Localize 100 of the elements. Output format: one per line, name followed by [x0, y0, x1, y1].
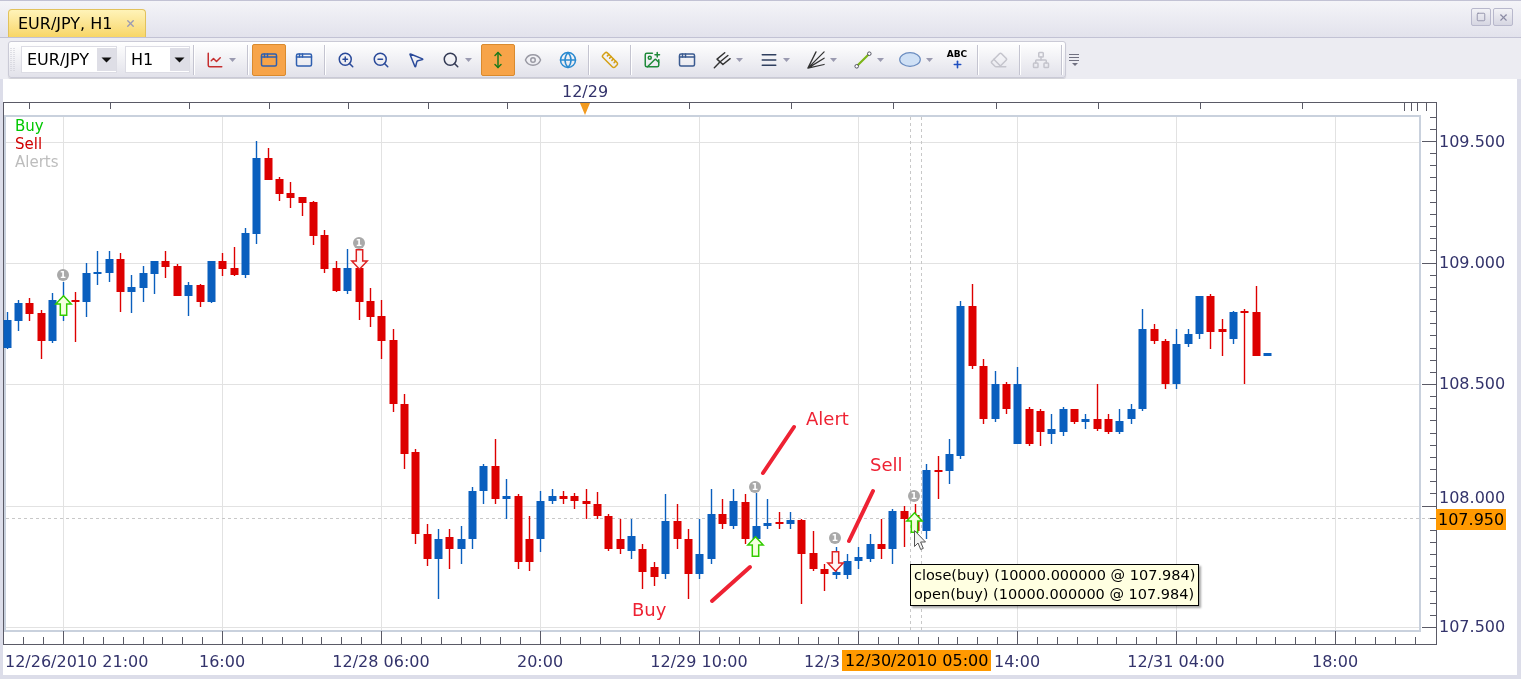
text-tool-button[interactable]: ABC: [940, 43, 974, 76]
rising-candlestick: [1195, 295, 1204, 340]
falling-candlestick: [423, 523, 432, 567]
rising-candlestick: [3, 311, 12, 350]
falling-candlestick: [1161, 338, 1170, 390]
falling-candlestick: [264, 147, 273, 181]
up-arrow-icon: [746, 535, 765, 557]
rising-candlestick: [434, 528, 443, 600]
falling-candlestick: [604, 513, 613, 552]
time-label: 14:00: [993, 652, 1041, 671]
rising-candlestick: [241, 227, 250, 279]
falling-candlestick: [332, 260, 341, 293]
rising-candlestick: [627, 518, 636, 560]
falling-candlestick: [809, 530, 818, 572]
falling-candlestick: [230, 246, 239, 277]
chart-tab[interactable]: EUR/JPY, H1: [8, 9, 146, 37]
falling-candlestick: [934, 455, 943, 500]
falling-candlestick: [1104, 413, 1113, 435]
symbol-dropdown[interactable]: EUR/JPY: [21, 46, 117, 73]
up-arrow-icon: [905, 511, 924, 533]
close-button[interactable]: [1493, 8, 1513, 26]
rising-candlestick: [1047, 413, 1056, 445]
legend-label: Alerts: [15, 153, 59, 171]
tooltip-line: close(buy) (10000.000000 @ 107.984): [914, 566, 1196, 585]
caret-icon: [97, 48, 116, 71]
rising-candlestick: [1127, 403, 1136, 425]
caret-icon: [926, 57, 933, 62]
rising-candlestick: [843, 553, 852, 580]
time-label: 12/28 06:00: [332, 652, 430, 671]
falling-candlestick: [525, 515, 534, 572]
time-label: 16:00: [198, 652, 246, 671]
rising-candlestick: [1081, 413, 1090, 430]
time-label: 18:00: [1311, 652, 1359, 671]
falling-candlestick: [491, 438, 500, 505]
falling-candlestick: [718, 498, 727, 530]
rising-candlestick: [468, 486, 477, 550]
vertical-arrows-button[interactable]: [481, 43, 515, 76]
caret-icon: [170, 48, 189, 71]
rising-candlestick: [695, 518, 704, 580]
close-icon: [1497, 11, 1509, 23]
rising-candlestick: [207, 260, 216, 304]
magnifier-icon: [442, 50, 460, 69]
ellipse-icon: [899, 52, 921, 67]
falling-candlestick: [582, 488, 591, 520]
price-label: 108.500: [1439, 375, 1506, 393]
rising-candlestick: [14, 299, 23, 332]
falling-candlestick: [741, 493, 750, 545]
alert-badge: 1: [908, 490, 920, 502]
falling-candlestick: [1002, 381, 1011, 415]
cursor-time-label: 12/30/2010 05:00: [842, 650, 992, 671]
annotation-line: [761, 425, 796, 475]
alert-badge: 1: [353, 237, 365, 249]
rising-candlestick: [93, 250, 102, 286]
annotation-label: Alert: [806, 409, 849, 429]
falling-candlestick: [377, 299, 386, 360]
overflow-menu-icon: [1069, 52, 1079, 67]
falling-candlestick: [1206, 293, 1215, 350]
pitchfork-icon: [713, 50, 731, 69]
falling-candlestick: [775, 511, 784, 530]
annotation-label: Sell: [870, 455, 903, 475]
falling-candlestick: [161, 250, 170, 279]
rising-candlestick: [105, 250, 114, 283]
falling-candlestick: [71, 291, 80, 343]
time-label: 12/26/2010 21:00: [5, 652, 149, 671]
rising-candlestick: [1263, 352, 1272, 357]
rising-candlestick: [82, 262, 91, 318]
rising-candlestick: [729, 488, 738, 530]
up-arrow-icon: [54, 294, 73, 316]
date-marker-icon: [580, 103, 590, 115]
legend-label: Sell: [15, 135, 44, 153]
falling-candlestick: [877, 518, 886, 560]
down-arrow-icon: [826, 551, 845, 573]
price-label: 109.500: [1439, 133, 1506, 151]
zoom-out-icon: [372, 50, 390, 69]
zoom-in-icon: [337, 50, 355, 69]
caret-icon: [830, 57, 837, 62]
falling-candlestick: [37, 309, 46, 360]
falling-candlestick: [445, 528, 454, 570]
price-label: 109.000: [1439, 254, 1506, 272]
falling-candlestick: [1150, 323, 1159, 345]
alert-badge: 1: [749, 481, 761, 493]
caret-icon: [783, 57, 790, 62]
rising-candlestick: [945, 438, 954, 485]
rising-candlestick: [1184, 328, 1193, 348]
rising-candlestick: [786, 511, 795, 530]
down-arrow-icon: [350, 249, 369, 271]
caret-icon: [465, 57, 472, 62]
time-label: 12/31 04:00: [1127, 652, 1225, 671]
falling-candlestick: [116, 252, 125, 313]
falling-candlestick: [366, 287, 375, 328]
rising-candlestick: [763, 498, 772, 530]
timeframe-dropdown[interactable]: H1: [125, 46, 190, 73]
fan-lines-icon: [807, 50, 825, 69]
time-label: 12/29 10:00: [650, 652, 748, 671]
annotation-line: [847, 489, 875, 543]
rising-candlestick: [48, 292, 57, 344]
rising-candlestick: [343, 248, 352, 295]
date-marker-label: 12/29: [561, 82, 609, 101]
window-button[interactable]: [252, 43, 286, 76]
rising-candlestick: [548, 488, 557, 505]
